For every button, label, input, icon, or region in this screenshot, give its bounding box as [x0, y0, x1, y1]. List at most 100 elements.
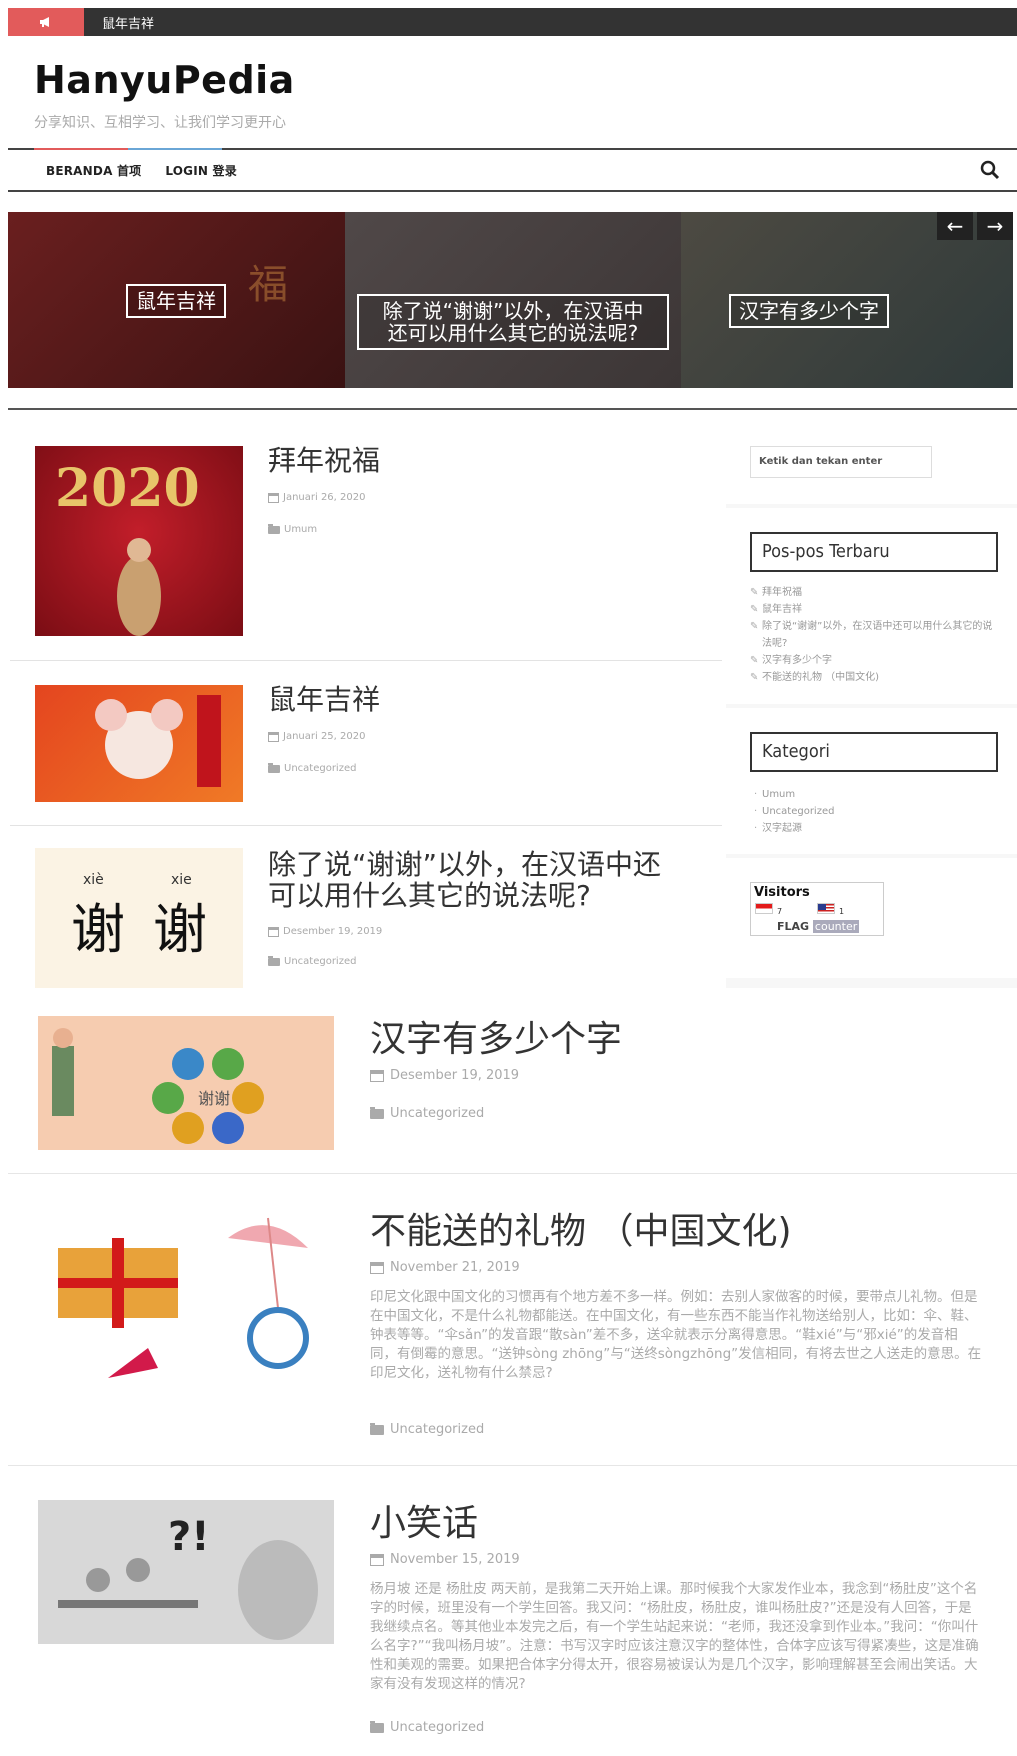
- recent-post-link[interactable]: 汉字有多少个字: [750, 652, 1000, 669]
- nav-accent-bar: [34, 148, 222, 150]
- recent-post-link[interactable]: 不能送的礼物 （中国文化): [750, 669, 1000, 686]
- flag-counter-logo: FLAG counter: [777, 920, 860, 933]
- post-date-text: November 21, 2019: [390, 1260, 520, 1275]
- slide-caption[interactable]: 除了说“谢谢”以外，在汉语中 还可以用什么其它的说法呢?: [357, 294, 669, 350]
- svg-text:xie: xie: [171, 872, 192, 888]
- post-title[interactable]: 小笑话: [370, 1494, 478, 1546]
- slide-1[interactable]: 福 鼠年吉祥: [8, 212, 345, 388]
- sidebar-search-input[interactable]: Ketik dan tekan enter: [750, 446, 932, 478]
- arrow-right-icon[interactable]: →: [977, 212, 1013, 240]
- top-bar: 鼠年吉祥: [8, 8, 1017, 36]
- visitors-label: Visitors: [754, 885, 810, 900]
- post-category[interactable]: Uncategorized: [268, 762, 356, 774]
- post-date: Desember 19, 2019: [370, 1068, 519, 1083]
- post-date-text: Januari 25, 2020: [283, 731, 366, 742]
- slider-controls: ← →: [937, 212, 1013, 240]
- post-category-text[interactable]: Uncategorized: [284, 956, 356, 967]
- category-link[interactable]: Uncategorized: [750, 803, 1000, 820]
- us-flag-icon: [817, 903, 835, 914]
- folder-icon: [268, 523, 280, 534]
- folder-icon: [370, 1106, 384, 1119]
- folder-icon: [268, 762, 280, 773]
- post-category-text[interactable]: Uncategorized: [390, 1422, 484, 1437]
- post-date: Januari 25, 2020: [268, 731, 365, 742]
- flag-counter-brand: FLAG: [777, 920, 810, 933]
- slide-3[interactable]: 汉字有多少个字 ← →: [681, 212, 1013, 388]
- main-nav: BERANDA 首项 LOGIN 登录: [8, 148, 1017, 192]
- nav-item-home[interactable]: BERANDA 首项: [46, 162, 141, 179]
- recent-post-link[interactable]: 拜年祝福: [750, 584, 1000, 601]
- svg-text:谢谢: 谢谢: [198, 1089, 230, 1108]
- post-date: November 15, 2019: [370, 1552, 520, 1567]
- site-title[interactable]: HanyuPedia: [34, 58, 295, 102]
- visitors-widget: Visitors 7 1 FLAG counter: [726, 858, 1017, 978]
- calendar-icon: [268, 926, 279, 937]
- folder-icon: [370, 1720, 384, 1733]
- post-item: 谢谢 汉字有多少个字 Desember 19, 2019 Uncategoriz…: [8, 988, 1017, 1174]
- calendar-icon: [370, 1069, 384, 1082]
- post-title[interactable]: 除了说“谢谢”以外，在汉语中还 可以用什么其它的说法呢?: [268, 849, 661, 912]
- post-item: xiè xie 谢谢 除了说“谢谢”以外，在汉语中还 可以用什么其它的说法呢? De…: [10, 826, 722, 988]
- slide-decoration: 福: [248, 262, 288, 308]
- recent-post-link[interactable]: 除了说“谢谢”以外，在汉语中还可以用什么其它的说法呢?: [750, 618, 1000, 652]
- slide-2[interactable]: 除了说“谢谢”以外，在汉语中 还可以用什么其它的说法呢?: [345, 212, 681, 388]
- post-thumbnail[interactable]: ?!: [38, 1500, 334, 1644]
- svg-text:谢: 谢: [71, 898, 125, 961]
- news-ticker[interactable]: 鼠年吉祥: [102, 13, 154, 32]
- flag-counter[interactable]: Visitors 7 1 FLAG counter: [750, 882, 884, 936]
- post-category[interactable]: Uncategorized: [370, 1720, 484, 1735]
- post-date: Desember 19, 2019: [268, 926, 382, 937]
- post-category-text[interactable]: Uncategorized: [390, 1720, 484, 1735]
- post-category-text[interactable]: Uncategorized: [390, 1106, 484, 1121]
- post-thumbnail[interactable]: [35, 685, 243, 802]
- post-category[interactable]: Umum: [268, 523, 317, 535]
- post-date: November 21, 2019: [370, 1260, 520, 1275]
- post-list: 2020 拜年祝福 Januari 26, 2020 Umum 鼠年吉祥 Jan…: [10, 432, 722, 988]
- post-excerpt: 杨月坡 还是 杨肚皮 两天前，是我第二天开始上课。那时候我个大家发作业本，我念到…: [370, 1581, 979, 1692]
- featured-slider: 福 鼠年吉祥 除了说“谢谢”以外，在汉语中 还可以用什么其它的说法呢? 汉字有多…: [8, 212, 1013, 388]
- post-date: Januari 26, 2020: [268, 492, 365, 503]
- search-icon[interactable]: [979, 159, 1001, 181]
- post-title-line: 可以用什么其它的说法呢?: [268, 878, 591, 912]
- sidebar: Ketik dan tekan enter Pos-pos Terbaru 拜年…: [726, 432, 1017, 988]
- slide-caption[interactable]: 汉字有多少个字: [729, 294, 889, 328]
- post-thumbnail[interactable]: 谢谢: [38, 1016, 334, 1150]
- post-thumbnail[interactable]: 2020: [35, 446, 243, 636]
- post-title[interactable]: 拜年祝福: [268, 445, 380, 477]
- calendar-icon: [268, 731, 279, 742]
- post-list-continued: 谢谢 汉字有多少个字 Desember 19, 2019 Uncategoriz…: [0, 988, 1017, 1756]
- nav-item-login[interactable]: LOGIN 登录: [165, 162, 237, 179]
- post-category-text[interactable]: Uncategorized: [284, 763, 356, 774]
- post-title[interactable]: 鼠年吉祥: [268, 684, 380, 716]
- post-title[interactable]: 不能送的礼物 （中国文化): [370, 1202, 792, 1254]
- post-item: 鼠年吉祥 Januari 25, 2020 Uncategorized: [10, 661, 722, 826]
- post-category[interactable]: Uncategorized: [268, 955, 356, 967]
- post-item: ?! 小笑话 November 15, 2019 杨月坡 还是 杨肚皮 两天前，…: [8, 1470, 1017, 1756]
- post-excerpt: 印尼文化跟中国文化的习惯再有个地方差不多一样。例如：去别人家做客的时候，要带点儿…: [370, 1289, 982, 1381]
- post-category-text[interactable]: Umum: [284, 524, 317, 535]
- post-title[interactable]: 汉字有多少个字: [370, 1010, 622, 1062]
- post-category[interactable]: Uncategorized: [370, 1106, 484, 1121]
- svg-text:谢: 谢: [153, 898, 207, 961]
- calendar-icon: [370, 1261, 384, 1274]
- category-link[interactable]: Umum: [750, 786, 1000, 803]
- flag-counter-brand: counter: [812, 920, 860, 933]
- slide-caption-line: 还可以用什么其它的说法呢?: [387, 321, 639, 345]
- recent-post-link[interactable]: 鼠年吉祥: [750, 601, 1000, 618]
- post-category[interactable]: Uncategorized: [370, 1422, 484, 1437]
- post-thumbnail[interactable]: [38, 1198, 334, 1394]
- calendar-icon: [268, 492, 279, 503]
- recent-posts-widget: Pos-pos Terbaru 拜年祝福 鼠年吉祥 除了说“谢谢”以外，在汉语中…: [726, 508, 1017, 704]
- recent-posts-list: 拜年祝福 鼠年吉祥 除了说“谢谢”以外，在汉语中还可以用什么其它的说法呢? 汉字…: [750, 584, 1000, 686]
- slide-caption[interactable]: 鼠年吉祥: [126, 284, 226, 318]
- post-thumbnail[interactable]: xiè xie 谢谢: [35, 848, 243, 988]
- folder-icon: [268, 955, 280, 966]
- widget-title: Pos-pos Terbaru: [750, 532, 998, 572]
- calendar-icon: [370, 1553, 384, 1566]
- svg-text:?!: ?!: [168, 1514, 209, 1560]
- site-tagline: 分享知识、互相学习、让我们学习更开心: [34, 115, 286, 131]
- search-widget: Ketik dan tekan enter: [726, 432, 1017, 504]
- arrow-left-icon[interactable]: ←: [937, 212, 973, 240]
- category-link[interactable]: 汉字起源: [750, 820, 1000, 837]
- post-item: 2020 拜年祝福 Januari 26, 2020 Umum: [10, 432, 722, 661]
